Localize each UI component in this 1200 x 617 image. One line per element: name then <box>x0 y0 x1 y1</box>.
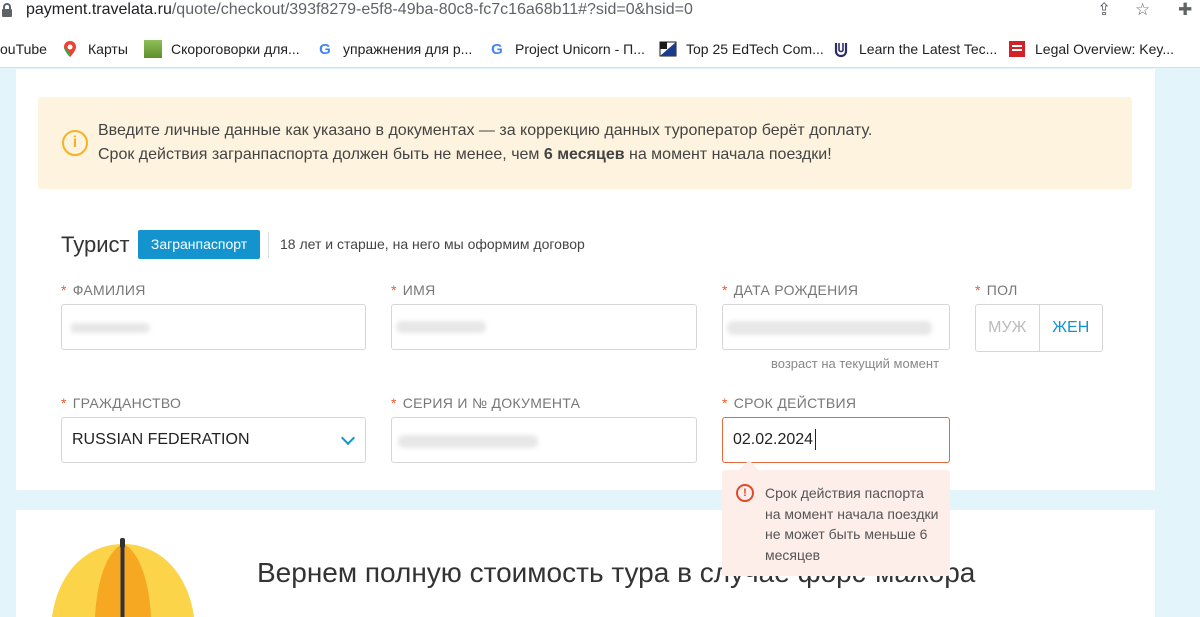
gender-selector[interactable]: МУЖ ЖЕН <box>975 304 1103 352</box>
gender-female-option[interactable]: ЖЕН <box>1040 305 1103 351</box>
expiry-label: * СРОК ДЕЙСТВИЯ <box>722 395 857 411</box>
share-icon[interactable]: ⇪ <box>1097 0 1111 20</box>
bookmark-label: упражнения для р... <box>343 41 473 57</box>
surname-field[interactable] <box>61 304 366 350</box>
browser-address-bar[interactable]: payment.travelata.ru/quote/checkout/393f… <box>0 0 1200 30</box>
bookmark-label: Top 25 EdTech Com... <box>686 41 824 57</box>
image-icon <box>144 40 162 58</box>
bookmark-label: Скороговорки для... <box>171 41 300 57</box>
bookmark-label: Project Unicorn - П... <box>515 41 645 57</box>
bookmark-project-unicorn[interactable]: G Project Unicorn - П... <box>488 39 645 59</box>
bookmark-label: Learn the Latest Tec... <box>859 41 998 57</box>
passport-badge: Загранпаспорт <box>138 230 260 259</box>
url-text[interactable]: payment.travelata.ru/quote/checkout/393f… <box>26 0 693 20</box>
bookmark-udacity[interactable]: Learn the Latest Tec... <box>832 39 997 59</box>
bookmark-edtech[interactable]: Top 25 EdTech Com... <box>659 39 824 59</box>
birthdate-hint: возраст на текущий момент <box>771 356 940 371</box>
citizenship-value: RUSSIAN FEDERATION <box>72 431 250 448</box>
maps-icon <box>61 40 79 58</box>
bookmark-label: ouTube <box>0 41 47 57</box>
name-label: * ИМЯ <box>391 282 436 298</box>
bookmark-star-icon[interactable]: ☆ <box>1135 0 1150 20</box>
notice-line-1: Введите личные данные как указано в доку… <box>98 122 873 139</box>
error-message: Срок действия паспорта на момент начала … <box>765 485 939 563</box>
birthdate-field[interactable] <box>722 304 950 350</box>
document-icon <box>1008 40 1026 58</box>
bookmarks-bar: ouTube Карты Скороговорки для... G упраж… <box>0 30 1200 68</box>
error-icon: ! <box>736 484 754 502</box>
bookmark-maps[interactable]: Карты <box>61 39 128 59</box>
expiry-value: 02.02.2024 <box>733 431 814 448</box>
bookmark-label: Карты <box>88 41 128 57</box>
expiry-date-field[interactable]: 02.02.2024 <box>722 417 950 463</box>
surname-label: * ФАМИЛИЯ <box>61 282 146 298</box>
extensions-icon[interactable]: ✚ <box>1178 0 1192 20</box>
bookmark-label: Legal Overview: Key... <box>1035 41 1175 57</box>
tourist-subtitle: 18 лет и старше, на него мы оформим дого… <box>280 236 585 252</box>
info-icon: i <box>62 130 88 156</box>
citizenship-label: * ГРАЖДАНСТВО <box>61 395 182 411</box>
divider <box>268 232 269 258</box>
udacity-icon <box>832 40 850 58</box>
notice-line-2: Срок действия загранпаспорта должен быть… <box>98 146 832 163</box>
bookmark-legal-overview[interactable]: Legal Overview: Key... <box>1008 39 1174 59</box>
umbrella-icon <box>52 538 194 617</box>
document-number-field[interactable] <box>391 417 697 463</box>
expiry-error-tooltip: ! Срок действия паспорта на момент начал… <box>722 470 950 576</box>
lock-icon[interactable] <box>2 3 12 17</box>
flag-icon <box>659 40 677 58</box>
gender-male-option[interactable]: МУЖ <box>976 305 1040 351</box>
google-icon: G <box>319 40 331 58</box>
text-caret <box>815 429 816 450</box>
bookmark-tongue-twisters[interactable]: Скороговорки для... <box>144 39 300 59</box>
info-notice: i Введите личные данные как указано в до… <box>38 97 1132 189</box>
name-field[interactable] <box>391 304 697 350</box>
document-number-label: * СЕРИЯ И № ДОКУМЕНТА <box>391 395 581 411</box>
birthdate-label: * ДАТА РОЖДЕНИЯ <box>722 282 859 298</box>
bookmark-youtube[interactable]: ouTube <box>0 39 47 59</box>
google-icon: G <box>491 40 503 58</box>
tourist-heading: Турист <box>61 232 130 257</box>
citizenship-select[interactable]: RUSSIAN FEDERATION <box>61 417 366 463</box>
bookmark-exercises[interactable]: G упражнения для р... <box>316 39 472 59</box>
gender-label: * ПОЛ <box>975 282 1018 298</box>
